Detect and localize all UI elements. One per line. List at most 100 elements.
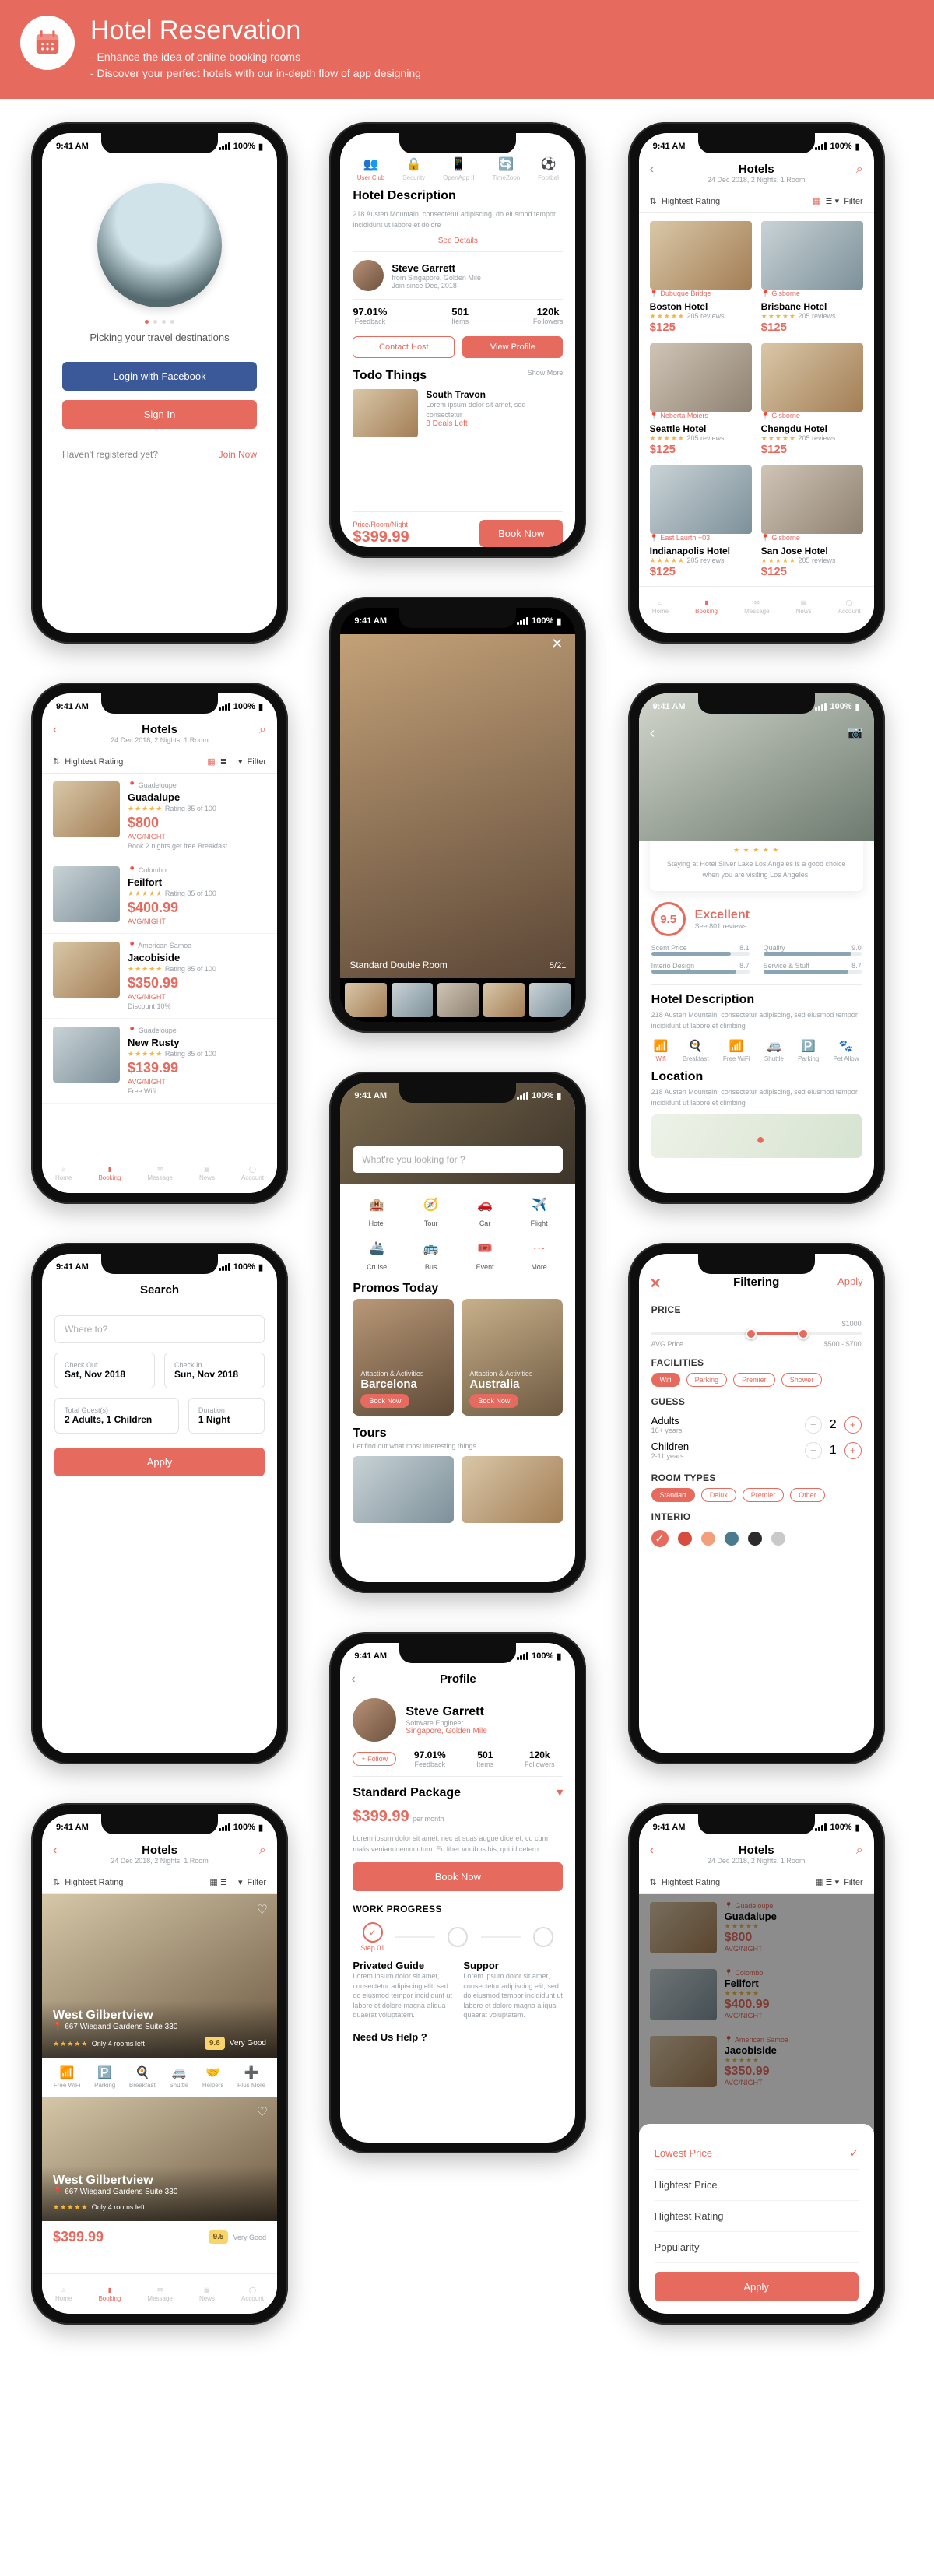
category-event[interactable]: 🎟️Event bbox=[461, 1237, 509, 1271]
hotel-grid-card[interactable]: 📍 Gisborne San Jose Hotel ★★★★★ 205 revi… bbox=[761, 465, 863, 578]
apply-button[interactable]: Apply bbox=[655, 2272, 859, 2301]
minus-button[interactable]: − bbox=[805, 1416, 822, 1434]
category-car[interactable]: 🚗Car bbox=[461, 1193, 509, 1227]
tab-message[interactable]: ✉Message bbox=[744, 599, 769, 615]
where-input[interactable]: Where to? bbox=[54, 1315, 265, 1343]
room-type-Premier[interactable]: Premier bbox=[743, 1488, 785, 1502]
back-icon[interactable]: ‹ bbox=[53, 723, 57, 737]
heart-icon[interactable]: ♡ bbox=[257, 1902, 268, 1918]
view-profile-button[interactable]: View Profile bbox=[462, 336, 563, 358]
color-swatches[interactable]: ✓ bbox=[639, 1527, 874, 1550]
back-icon[interactable]: ‹ bbox=[351, 1672, 355, 1686]
heart-icon[interactable]: ♡ bbox=[257, 2104, 268, 2120]
hotel-grid-card[interactable]: 📍 Gisborne Brisbane Hotel ★★★★★ 205 revi… bbox=[761, 221, 863, 334]
category-cruise[interactable]: 🚢Cruise bbox=[353, 1237, 401, 1271]
hotel-list-row[interactable]: 📍 American Samoa Jacobiside ★★★★★ Rating… bbox=[42, 934, 277, 1019]
show-more-link[interactable]: Show More bbox=[528, 369, 564, 383]
room-type-Delux[interactable]: Delux bbox=[701, 1488, 736, 1502]
camera-icon[interactable]: 📷 bbox=[848, 725, 863, 740]
back-icon[interactable]: ‹ bbox=[650, 1844, 654, 1858]
room-type-Other[interactable]: Other bbox=[790, 1488, 825, 1502]
back-icon[interactable]: ‹ bbox=[53, 1844, 57, 1858]
tab-2[interactable]: 📱OpenApp II bbox=[443, 156, 474, 181]
plus-button[interactable]: + bbox=[844, 1442, 862, 1459]
guests-input[interactable]: Total Guest(s)2 Adults, 1 Children bbox=[54, 1398, 179, 1434]
sort-option[interactable]: Lowest Price✓ bbox=[655, 2138, 859, 2170]
gallery-main-image[interactable]: Standard Double Room 5/21 bbox=[340, 634, 575, 978]
tab-0[interactable]: 👥User Club bbox=[357, 156, 385, 181]
hotel-grid-card[interactable]: 📍 Gisborne Chengdu Hotel ★★★★★ 205 revie… bbox=[761, 343, 863, 456]
hotel-list-row[interactable]: 📍 Guadeloupe Guadalupe ★★★★★ Rating 85 o… bbox=[42, 774, 277, 858]
sort-button[interactable]: ⇅ Hightest Rating bbox=[53, 756, 123, 767]
sort-option[interactable]: Hightest Rating bbox=[655, 2201, 859, 2232]
close-icon[interactable]: ✕ bbox=[551, 636, 563, 652]
tour-thumb[interactable] bbox=[353, 1456, 454, 1523]
search-icon[interactable]: ⌕ bbox=[856, 1844, 863, 1858]
hotel-grid-card[interactable]: 📍 Dubuque Bridge Boston Hotel ★★★★★ 205 … bbox=[650, 221, 752, 334]
tab-3[interactable]: 🔄TimeZoon bbox=[493, 156, 521, 181]
search-icon[interactable]: ⌕ bbox=[259, 723, 266, 737]
sort-option[interactable]: Popularity bbox=[655, 2232, 859, 2263]
see-details-link[interactable]: See Details bbox=[353, 237, 563, 245]
category-bus[interactable]: 🚌Bus bbox=[407, 1237, 455, 1271]
minus-button[interactable]: − bbox=[805, 1442, 822, 1459]
signin-button[interactable]: Sign In bbox=[62, 400, 257, 429]
search-input[interactable]: What're you looking for ? bbox=[353, 1146, 563, 1173]
search-icon[interactable]: ⌕ bbox=[856, 163, 863, 177]
tab-booking[interactable]: ▮Booking bbox=[98, 1166, 121, 1181]
apply-button[interactable]: Apply bbox=[54, 1448, 265, 1476]
filter-button[interactable]: ▾ Filter bbox=[238, 756, 266, 767]
tab-news[interactable]: ▤News bbox=[199, 1166, 215, 1181]
page-dots[interactable] bbox=[62, 320, 257, 324]
tab-booking[interactable]: ▮Booking bbox=[98, 2286, 121, 2302]
tab-home[interactable]: ⌂Home bbox=[55, 1166, 72, 1181]
duration-input[interactable]: Duration1 Night bbox=[188, 1398, 265, 1434]
facility-Shower[interactable]: Shower bbox=[781, 1373, 823, 1387]
category-hotel[interactable]: 🏨Hotel bbox=[353, 1193, 401, 1227]
contact-host-button[interactable]: Contact Host bbox=[353, 336, 455, 358]
hotel-list-row[interactable]: 📍 Colombo Feilfort ★★★★★ Rating 85 of 10… bbox=[42, 858, 277, 934]
promo-card[interactable]: Attaction & Activities Barcelona Book No… bbox=[353, 1299, 454, 1416]
hotel-card[interactable]: ♡ West Gilbertview 📍 667 Wiegand Gardens… bbox=[42, 1894, 277, 2058]
sort-button[interactable]: ⇅ Hightest Rating bbox=[650, 196, 720, 206]
checkout-input[interactable]: Check OutSat, Nov 2018 bbox=[54, 1353, 155, 1388]
book-now-button[interactable]: Book Now bbox=[469, 1394, 518, 1408]
follow-button[interactable]: + Follow bbox=[353, 1752, 396, 1766]
tab-news[interactable]: ▤News bbox=[796, 599, 812, 615]
sort-option[interactable]: Hightest Price bbox=[655, 2170, 859, 2201]
sort-button[interactable]: ⇅ Hightest Rating bbox=[53, 1877, 123, 1887]
tab-1[interactable]: 🔒Security bbox=[402, 156, 425, 181]
back-icon[interactable]: ‹ bbox=[650, 725, 655, 742]
hotel-grid-card[interactable]: 📍 East Laurth +03 Indianapolis Hotel ★★★… bbox=[650, 465, 752, 578]
tab-message[interactable]: ✉Message bbox=[147, 2286, 172, 2302]
search-icon[interactable]: ⌕ bbox=[259, 1844, 266, 1858]
slider-handle[interactable] bbox=[798, 1328, 809, 1339]
tab-home[interactable]: ⌂Home bbox=[55, 2286, 72, 2302]
tab-home[interactable]: ⌂Home bbox=[652, 599, 669, 615]
book-now-button[interactable]: Book Now bbox=[353, 1862, 563, 1891]
category-tour[interactable]: 🧭Tour bbox=[407, 1193, 455, 1227]
room-type-Standart[interactable]: Standart bbox=[651, 1488, 695, 1502]
slider-handle[interactable] bbox=[746, 1328, 757, 1339]
map-preview[interactable]: ● bbox=[651, 1114, 862, 1158]
category-flight[interactable]: ✈️Flight bbox=[515, 1193, 564, 1227]
apply-link[interactable]: Apply bbox=[837, 1276, 863, 1287]
plus-button[interactable]: + bbox=[844, 1416, 862, 1434]
close-icon[interactable]: ✕ bbox=[650, 1276, 662, 1292]
reviews-link[interactable]: See 801 reviews bbox=[695, 922, 750, 930]
back-icon[interactable]: ‹ bbox=[650, 163, 654, 177]
gallery-thumbs[interactable] bbox=[340, 978, 575, 1022]
tab-account[interactable]: ◯Account bbox=[241, 1166, 264, 1181]
facility-Premier[interactable]: Premier bbox=[733, 1373, 775, 1387]
facility-Parking[interactable]: Parking bbox=[686, 1373, 728, 1387]
login-facebook-button[interactable]: Login with Facebook bbox=[62, 362, 257, 391]
book-now-button[interactable]: Book Now bbox=[479, 520, 563, 547]
checkin-input[interactable]: Check InSun, Nov 2018 bbox=[164, 1353, 265, 1388]
hotel-grid-card[interactable]: 📍 Neberta Moiers Seattle Hotel ★★★★★ 205… bbox=[650, 343, 752, 456]
facility-Wifi[interactable]: Wifi bbox=[651, 1373, 680, 1387]
promo-card[interactable]: Attaction & Activities Australia Book No… bbox=[462, 1299, 563, 1416]
layout-toggle[interactable]: ▦ bbox=[207, 756, 215, 767]
tab-news[interactable]: ▤News bbox=[199, 2286, 215, 2302]
category-more[interactable]: ⋯More bbox=[515, 1237, 564, 1271]
filter-button[interactable]: ▾ Filter bbox=[238, 1877, 266, 1887]
